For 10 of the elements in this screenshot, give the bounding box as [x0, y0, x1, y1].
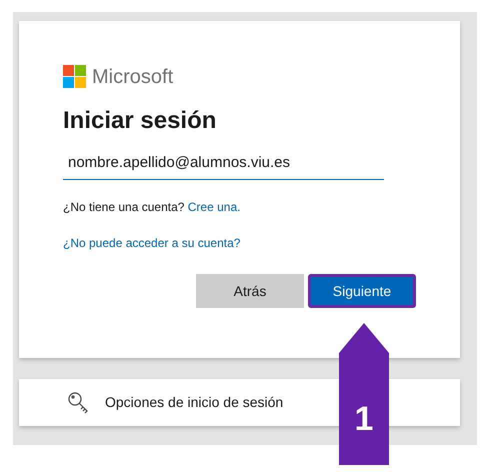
sign-in-options-label: Opciones de inicio de sesión — [105, 393, 284, 412]
back-button[interactable]: Atrás — [196, 274, 304, 308]
recover-account-link[interactable]: ¿No puede acceder a su cuenta? — [63, 234, 240, 252]
create-account-link[interactable]: Cree una. — [188, 200, 240, 214]
title: Iniciar sesión — [63, 106, 218, 136]
signup-text: ¿No tiene una cuenta? Cree una. — [63, 199, 242, 216]
next-button[interactable]: Siguiente — [308, 274, 416, 308]
logo-text: Microsoft — [92, 66, 174, 86]
logo-icon — [63, 65, 86, 88]
email-field[interactable]: nombre.apellido@alumnos.viu.es — [63, 146, 384, 180]
